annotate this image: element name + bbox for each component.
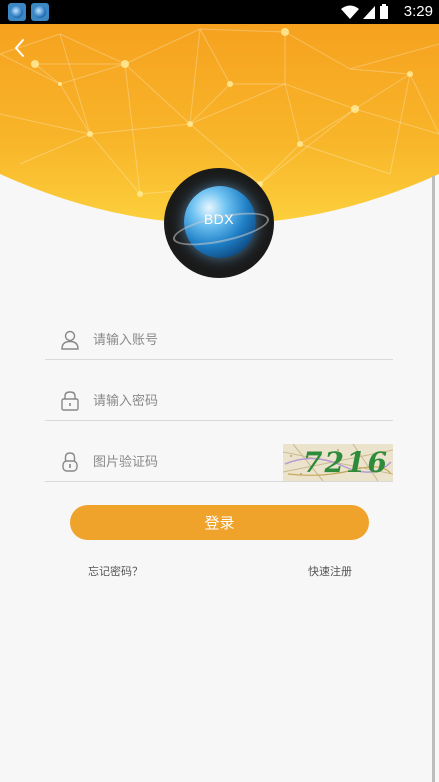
captcha-input[interactable]	[93, 449, 273, 475]
chevron-left-icon	[14, 39, 24, 57]
captcha-text: 7216	[303, 446, 389, 479]
status-bar: 3:29	[0, 0, 439, 24]
logo-text: BDX	[203, 211, 235, 227]
login-screen: 3:29 BDX 请输入账号 图片验证码 7216 登录 忘记密码？ 快速注册	[0, 0, 439, 782]
captcha-image[interactable]: 7216	[283, 444, 393, 481]
signal-icon	[363, 6, 375, 19]
wifi-icon	[341, 5, 359, 19]
app-notification-icon	[8, 3, 26, 21]
password-field	[45, 380, 393, 421]
app-logo: BDX	[164, 168, 274, 278]
scrollbar[interactable]	[432, 176, 435, 782]
padlock-icon	[62, 452, 78, 472]
password-input[interactable]	[93, 388, 313, 414]
status-icons	[341, 4, 388, 19]
account-input[interactable]	[93, 327, 313, 353]
app-notification-icon	[31, 3, 49, 21]
quick-register-link[interactable]: 快速注册	[308, 563, 352, 579]
battery-icon	[380, 4, 388, 19]
back-button[interactable]	[8, 36, 32, 60]
login-button[interactable]: 登录	[70, 505, 369, 540]
lock-icon	[61, 391, 79, 411]
status-time: 3:29	[403, 3, 433, 20]
account-field	[45, 319, 393, 360]
forgot-password-link[interactable]: 忘记密码？	[88, 563, 143, 579]
user-icon	[61, 330, 79, 350]
